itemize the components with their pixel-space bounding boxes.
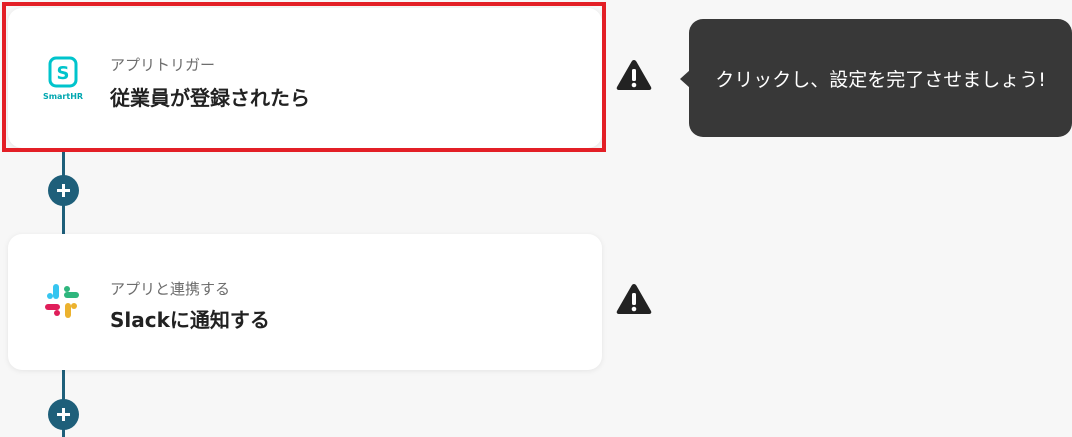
add-step-button[interactable] <box>48 399 79 430</box>
step-title: 従業員が登録されたら <box>110 86 310 110</box>
tooltip-text: クリックし、設定を完了させましょう! <box>715 68 1046 91</box>
step-kind-label: アプリと連携する <box>110 280 231 298</box>
step-kind-label: アプリトリガー <box>110 56 216 74</box>
warning-icon[interactable] <box>615 282 653 316</box>
smarthr-logo-icon: S SmartHR <box>40 56 86 102</box>
step-title: Slackに通知する <box>110 308 270 332</box>
slack-logo-icon <box>41 280 87 326</box>
add-step-button[interactable] <box>48 175 79 206</box>
plus-icon <box>57 408 70 421</box>
svg-text:SmartHR: SmartHR <box>43 92 83 101</box>
plus-icon <box>57 184 70 197</box>
svg-text:S: S <box>57 63 70 84</box>
flow-step-card-slack-notify[interactable]: アプリと連携する Slackに通知する <box>8 234 602 370</box>
flow-step-card-smarthr-trigger[interactable]: S SmartHR アプリトリガー 従業員が登録されたら <box>8 8 602 148</box>
setup-hint-tooltip: クリックし、設定を完了させましょう! <box>689 19 1072 137</box>
warning-icon[interactable] <box>615 58 653 92</box>
